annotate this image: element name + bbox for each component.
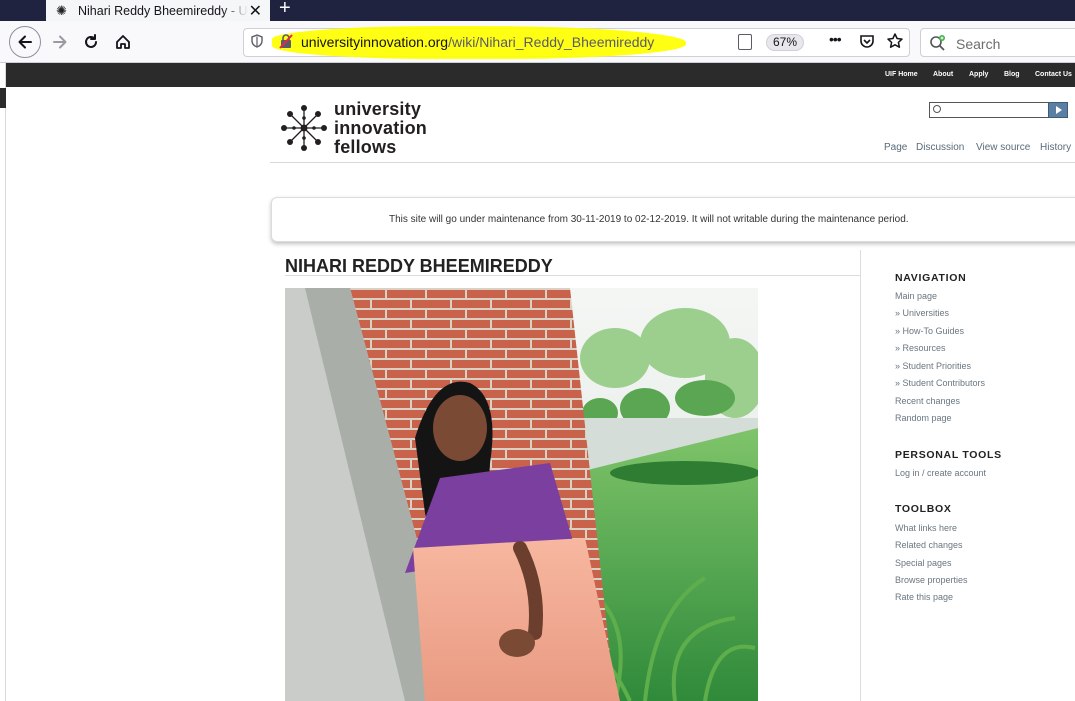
site-search-input[interactable] <box>929 102 1068 118</box>
tab-discussion[interactable]: Discussion <box>916 142 964 153</box>
new-tab-button[interactable]: + <box>279 0 291 20</box>
logo-line-2: innovation <box>334 118 427 138</box>
top-link-apply[interactable]: Apply <box>969 71 988 78</box>
tab-title: Nihari Reddy Bheemireddy - University In… <box>78 3 248 18</box>
toolbox-rate-this-page[interactable]: Rate this page <box>895 592 953 602</box>
site-search-go-button[interactable] <box>1048 102 1068 118</box>
tab-history[interactable]: History <box>1040 142 1071 153</box>
zoom-indicator[interactable]: 67% <box>766 34 805 51</box>
top-link-uif-home[interactable]: UIF Home <box>885 71 918 78</box>
back-arrow-icon <box>18 35 32 49</box>
bookmark-star-icon[interactable] <box>886 32 904 50</box>
logo-line-3: fellows <box>334 137 397 157</box>
login-create-account-link[interactable]: Log in / create account <box>895 468 986 478</box>
nav-universities[interactable]: » Universities <box>895 308 949 318</box>
top-link-blog[interactable]: Blog <box>1004 71 1020 78</box>
reload-button[interactable] <box>79 30 103 54</box>
left-edge <box>0 63 6 701</box>
top-link-contact-us[interactable]: Contact Us <box>1035 71 1072 78</box>
toolbox-browse-properties[interactable]: Browse properties <box>895 575 968 585</box>
home-icon <box>116 35 130 49</box>
toolbox-what-links-here[interactable]: What links here <box>895 523 957 533</box>
nav-main-page[interactable]: Main page <box>895 291 937 301</box>
browser-search-box[interactable]: Search <box>920 28 1075 57</box>
search-placeholder: Search <box>956 36 1001 52</box>
nav-random-page[interactable]: Random page <box>895 413 952 423</box>
forward-button[interactable] <box>48 30 72 54</box>
nav-student-contributors[interactable]: » Student Contributors <box>895 378 985 388</box>
profile-photo[interactable] <box>285 288 758 701</box>
logo-line-1: university <box>334 99 422 119</box>
browser-tab[interactable]: ✺ Nihari Reddy Bheemireddy - University … <box>46 0 270 21</box>
left-edge-dark <box>0 88 6 108</box>
site-top-bar: UIF Home About Apply Blog Contact Us <box>6 63 1075 87</box>
personal-tools-heading: PERSONAL TOOLS <box>895 449 1002 461</box>
top-link-about[interactable]: About <box>933 71 953 78</box>
forward-arrow-icon <box>53 35 67 49</box>
search-engine-icon <box>930 35 945 51</box>
maintenance-notice-text: This site will go under maintenance from… <box>389 214 909 225</box>
reader-view-icon[interactable] <box>738 34 752 50</box>
reload-icon <box>85 34 97 48</box>
site-logo-text[interactable]: university innovation fellows <box>334 100 427 157</box>
home-button[interactable] <box>111 30 135 54</box>
insecure-lock-icon[interactable] <box>278 33 294 49</box>
browser-titlebar: ✺ Nihari Reddy Bheemireddy - University … <box>0 0 1075 21</box>
maintenance-notice: This site will go under maintenance from… <box>271 197 1075 242</box>
title-divider <box>285 275 860 276</box>
page-title: NIHARI REDDY BHEEMIREDDY <box>285 256 553 276</box>
tab-close-icon[interactable]: ✕ <box>249 1 262 21</box>
favicon-icon: ✺ <box>56 2 67 18</box>
header-divider <box>270 162 1075 163</box>
toolbox-related-changes[interactable]: Related changes <box>895 540 963 550</box>
url-domain: universityinnovation.org <box>301 34 449 50</box>
nav-how-to-guides[interactable]: » How-To Guides <box>895 326 964 336</box>
pocket-icon[interactable] <box>859 33 875 49</box>
tab-page[interactable]: Page <box>884 142 907 153</box>
search-icon <box>933 105 941 113</box>
back-button[interactable] <box>9 26 41 58</box>
nav-recent-changes[interactable]: Recent changes <box>895 396 960 406</box>
browser-navbar: universityinnovation.org/wiki/Nihari_Red… <box>0 21 1075 63</box>
toolbox-heading: TOOLBOX <box>895 503 952 515</box>
more-actions-icon[interactable]: ••• <box>829 31 842 47</box>
tab-view-source[interactable]: View source <box>976 142 1030 153</box>
url-path: /wiki/Nihari_Reddy_Bheemireddy <box>448 34 655 50</box>
column-divider <box>860 250 861 701</box>
navigation-heading: NAVIGATION <box>895 272 967 284</box>
toolbox-special-pages[interactable]: Special pages <box>895 558 952 568</box>
uif-logo-icon[interactable] <box>280 104 328 152</box>
nav-student-priorities[interactable]: » Student Priorities <box>895 361 971 371</box>
url-text[interactable]: universityinnovation.org/wiki/Nihari_Red… <box>301 34 654 50</box>
nav-resources[interactable]: » Resources <box>895 343 946 353</box>
shield-icon[interactable] <box>251 34 263 48</box>
